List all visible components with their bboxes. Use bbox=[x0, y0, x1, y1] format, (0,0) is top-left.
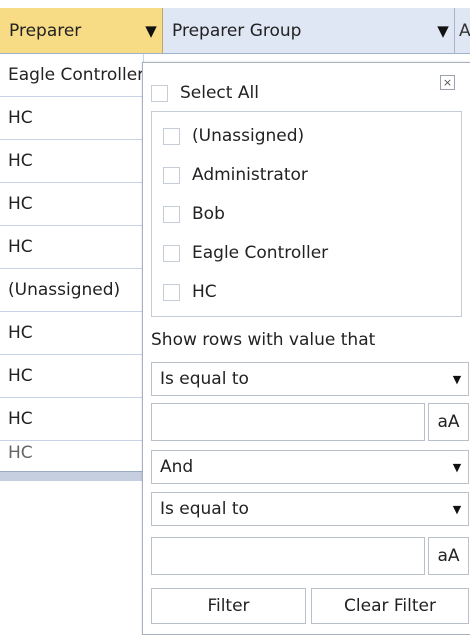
column-header-preparer[interactable]: Preparer ▼ bbox=[0, 8, 163, 54]
column-header-label: Preparer bbox=[9, 20, 82, 41]
checkbox[interactable] bbox=[163, 205, 180, 223]
checkbox[interactable] bbox=[163, 166, 180, 184]
table-cell[interactable]: HC bbox=[0, 226, 144, 269]
match-case-toggle[interactable]: aA bbox=[428, 537, 469, 575]
column-header-preparer-group[interactable]: Preparer Group ▼ bbox=[163, 8, 455, 54]
filter-value-input-2[interactable] bbox=[151, 537, 425, 575]
match-case-toggle[interactable]: aA bbox=[428, 403, 469, 441]
table-cell[interactable]: HC bbox=[0, 398, 144, 441]
column-header-label: Preparer Group bbox=[172, 20, 302, 41]
option-label: Eagle Controller bbox=[192, 243, 329, 263]
dropdown-arrow-icon[interactable]: ▼ bbox=[446, 373, 468, 386]
filter-funnel-icon[interactable]: ▼ bbox=[432, 22, 454, 40]
dropdown-arrow-icon[interactable]: ▼ bbox=[446, 503, 468, 516]
table-cell[interactable]: HC bbox=[0, 183, 144, 226]
option-label: Bob bbox=[192, 204, 225, 224]
option-label: (Unassigned) bbox=[192, 126, 305, 146]
checkbox[interactable] bbox=[163, 283, 180, 301]
option-label: Administrator bbox=[192, 165, 308, 185]
select-all-label: Select All bbox=[180, 83, 259, 103]
show-rows-label: Show rows with value that bbox=[151, 330, 376, 350]
dropdown-value: Is equal to bbox=[160, 499, 249, 519]
condition-dropdown-2[interactable]: Is equal to ▼ bbox=[151, 492, 469, 526]
condition-dropdown-1[interactable]: Is equal to ▼ bbox=[151, 362, 469, 396]
list-item[interactable]: (Unassigned) bbox=[163, 126, 304, 146]
table-cell[interactable]: HC bbox=[0, 97, 144, 140]
checkbox[interactable] bbox=[163, 244, 180, 262]
select-all-option[interactable]: Select All bbox=[151, 83, 259, 103]
list-item[interactable]: HC bbox=[163, 282, 217, 302]
column-header-next[interactable]: A bbox=[455, 8, 470, 54]
list-item[interactable]: Eagle Controller bbox=[163, 243, 328, 263]
filter-button[interactable]: Filter bbox=[151, 588, 306, 624]
filter-popup: Select All × (Unassigned) Administrator … bbox=[142, 62, 470, 635]
table-cell[interactable]: HC bbox=[0, 441, 144, 461]
table-cell[interactable]: (Unassigned) bbox=[0, 269, 144, 312]
table-cell[interactable]: Eagle Controller bbox=[0, 54, 144, 97]
preparer-column: Eagle Controller HC HC HC HC (Unassigned… bbox=[0, 54, 144, 461]
filter-funnel-icon[interactable]: ▼ bbox=[140, 22, 162, 40]
dropdown-arrow-icon[interactable]: ▼ bbox=[446, 461, 468, 474]
horizontal-scrollbar[interactable] bbox=[0, 471, 144, 481]
checkbox[interactable] bbox=[163, 127, 180, 145]
table-cell[interactable]: HC bbox=[0, 355, 144, 398]
checkbox[interactable] bbox=[151, 84, 168, 102]
column-header-label: A bbox=[459, 20, 470, 41]
dropdown-value: And bbox=[160, 457, 194, 477]
logical-operator-dropdown[interactable]: And ▼ bbox=[151, 450, 469, 484]
clear-filter-button[interactable]: Clear Filter bbox=[311, 588, 469, 624]
filter-value-input-1[interactable] bbox=[151, 403, 425, 441]
table-cell[interactable]: HC bbox=[0, 140, 144, 183]
dropdown-value: Is equal to bbox=[160, 369, 249, 389]
option-label: HC bbox=[192, 282, 217, 302]
table-cell[interactable]: HC bbox=[0, 312, 144, 355]
list-item[interactable]: Administrator bbox=[163, 165, 308, 185]
close-icon[interactable]: × bbox=[440, 75, 455, 90]
list-item[interactable]: Bob bbox=[163, 204, 225, 224]
filter-value-list: (Unassigned) Administrator Bob Eagle Con… bbox=[151, 111, 462, 317]
